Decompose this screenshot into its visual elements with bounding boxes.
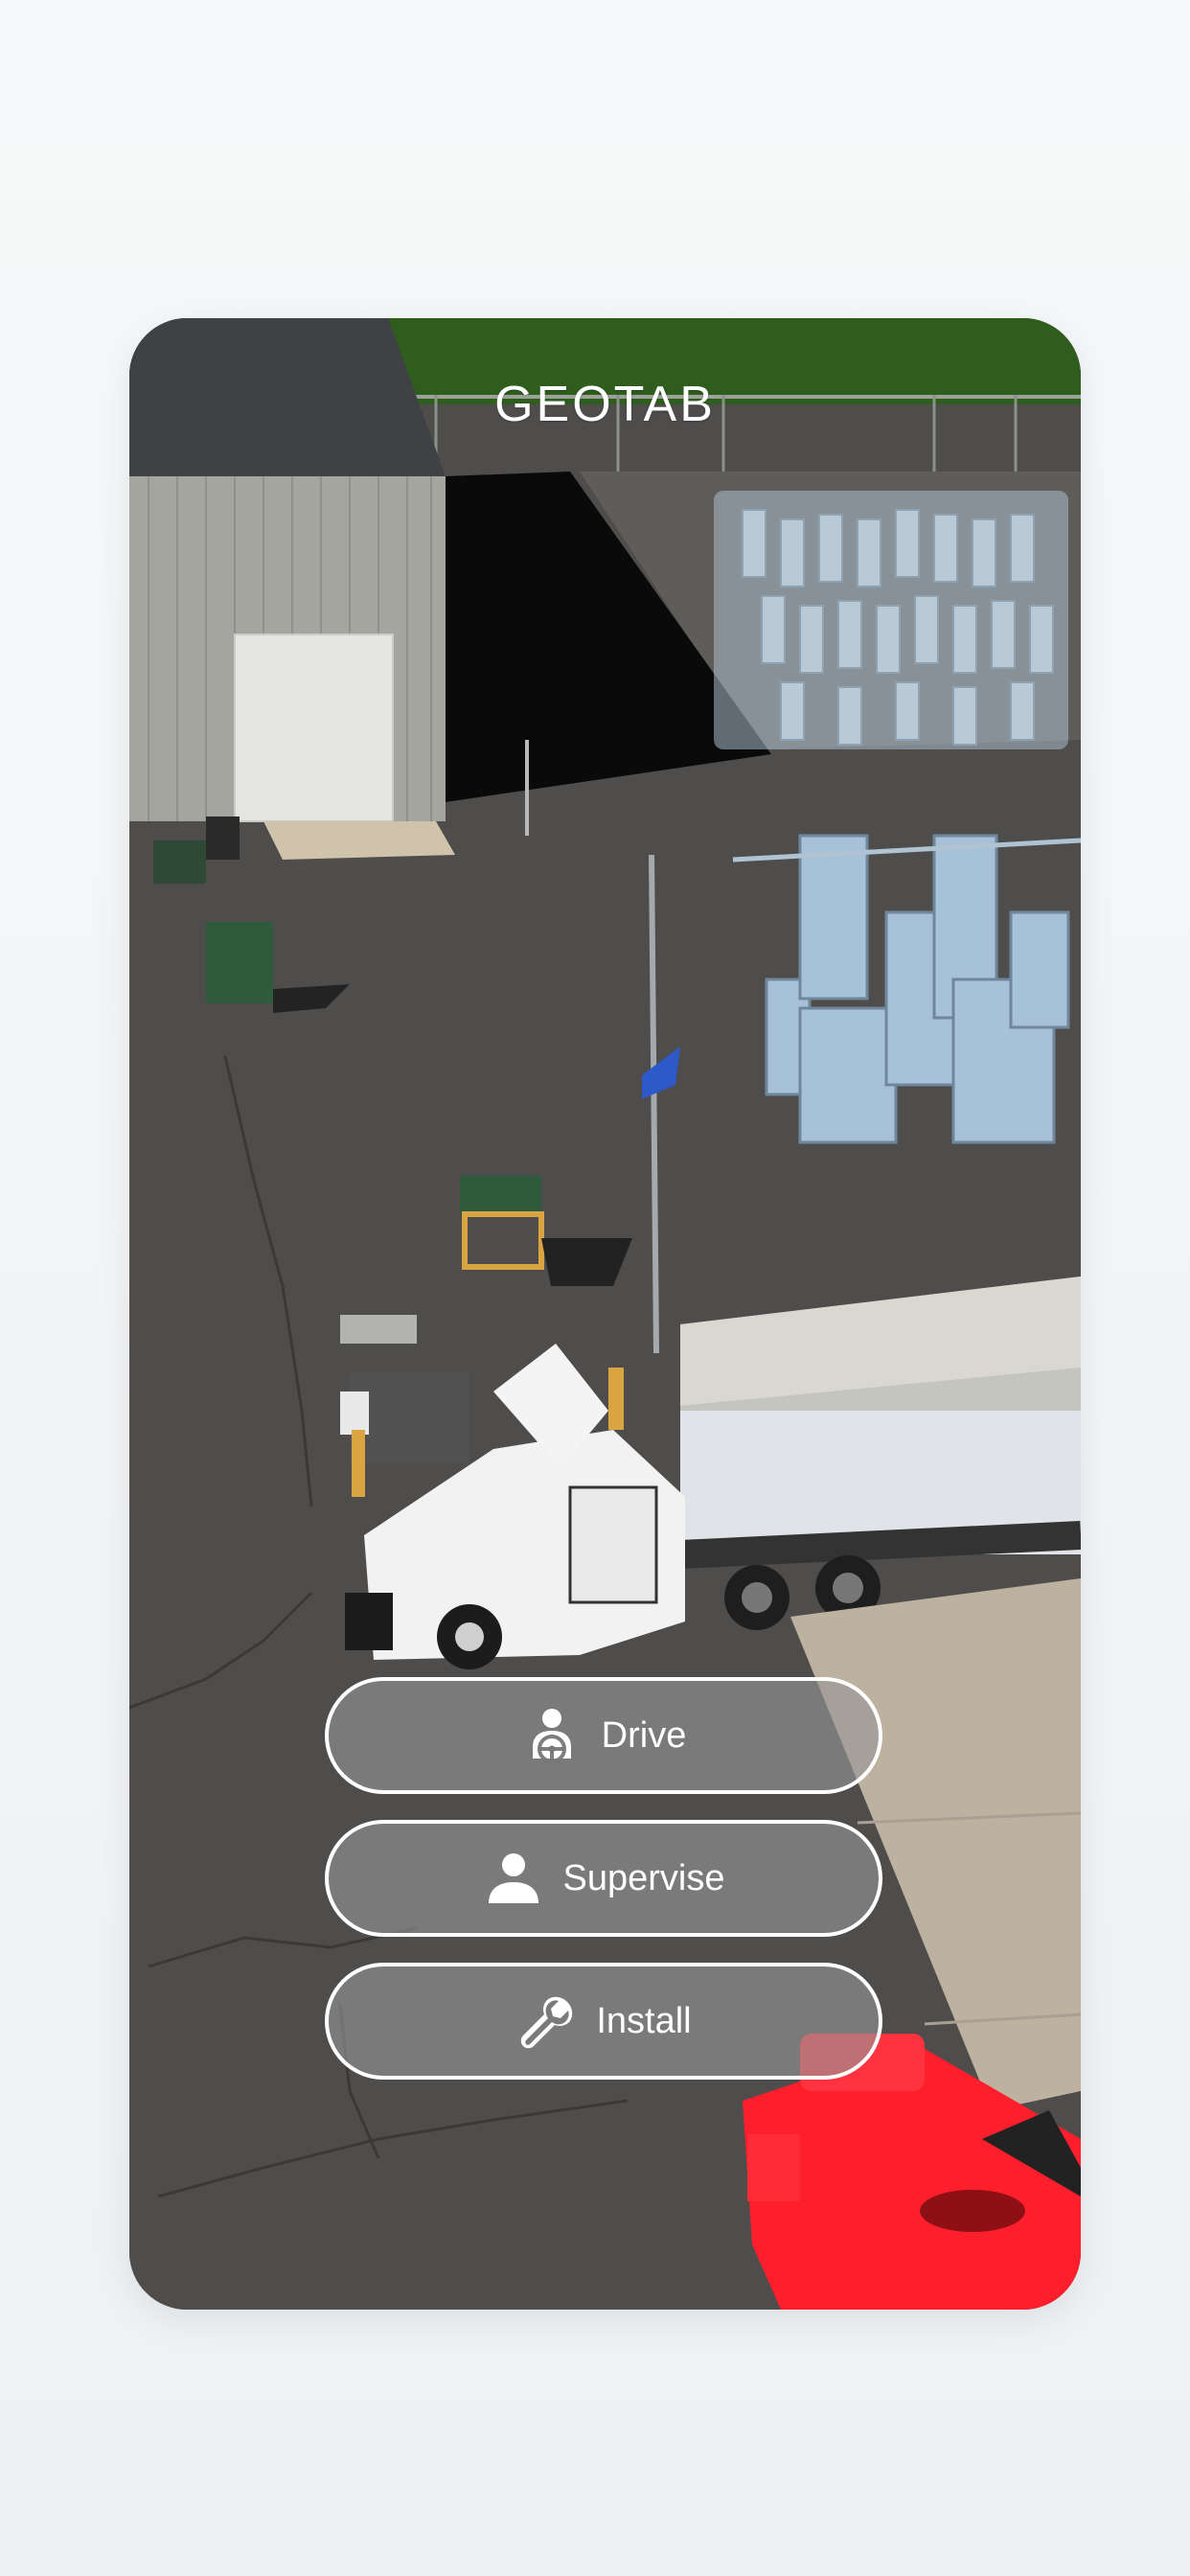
driver-steering-wheel-icon — [521, 1705, 583, 1766]
person-icon — [483, 1848, 544, 1909]
install-button-label: Install — [596, 2000, 692, 2041]
wrench-icon — [515, 1990, 577, 2052]
login-card: GEOTAB Drive Supervise Install — [129, 318, 1081, 2310]
geotab-logo: GEOTAB — [494, 377, 716, 432]
drive-button[interactable]: Drive — [325, 1677, 882, 1794]
install-button[interactable]: Install — [325, 1963, 882, 2080]
supervise-button-label: Supervise — [562, 1857, 725, 1898]
drive-button-label: Drive — [601, 1714, 687, 1756]
supervise-button[interactable]: Supervise — [325, 1820, 882, 1937]
